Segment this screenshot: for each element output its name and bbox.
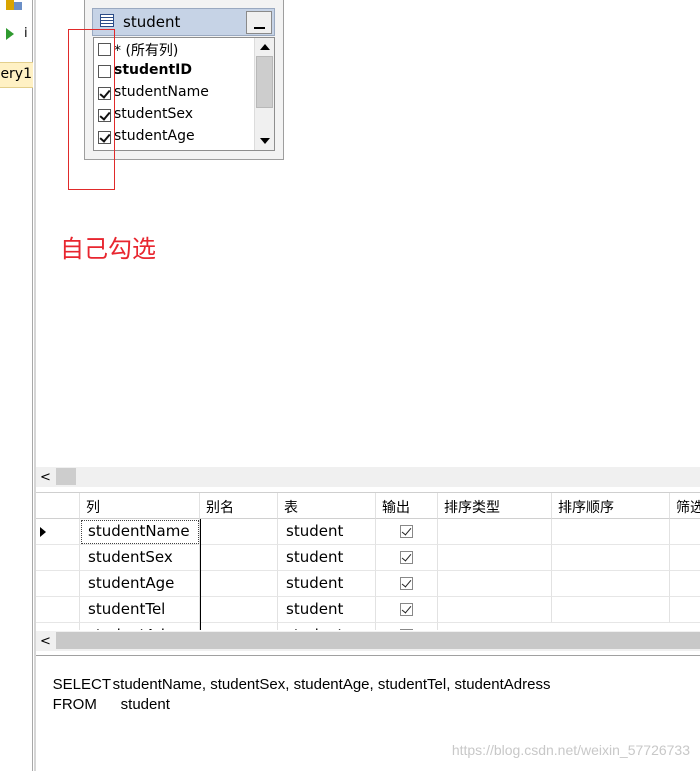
output-checkbox[interactable] [400,603,413,616]
grid-hscrollbar[interactable]: < [36,631,700,651]
grid-cell-table[interactable]: student [278,519,376,545]
grid-cell-output [376,623,438,630]
grid-cell-alias[interactable] [200,545,278,571]
sql-from-keyword: FROM [52,696,97,713]
grid-cell-sort-type[interactable] [438,571,552,597]
column-list: * (所有列) studentID studentName studentSex… [93,37,275,151]
minimize-button[interactable] [246,11,272,34]
highlight-box [68,29,115,190]
grid-cell-alias[interactable] [200,597,278,623]
grid-cell-filter[interactable] [670,597,700,623]
criteria-grid: 列 别名 表 输出 排序类型 排序顺序 筛选 studentName stude… [36,492,700,630]
grid-cell-sort-order[interactable] [552,519,670,545]
row-selector[interactable] [36,519,80,545]
grid-header-output[interactable]: 输出 [376,493,438,519]
row-selector[interactable] [36,623,80,630]
scroll-up-icon[interactable] [260,44,270,50]
grid-cell-output [376,545,438,571]
scroll-thumb[interactable] [256,56,273,108]
sql-from-table: student [120,696,170,713]
left-toolbar-strip: i ery1 [0,0,33,771]
output-checkbox[interactable] [400,577,413,590]
column-label: studentSex [114,106,194,122]
grid-cell-alias[interactable] [200,571,278,597]
grid-cell-table[interactable]: student [278,571,376,597]
grid-cell-output [376,519,438,545]
column-item-studentage[interactable]: studentAge [96,127,254,147]
grid-header-corner [36,493,80,519]
grid-cell-column[interactable]: studentAge [80,571,200,597]
grid-cell-column[interactable]: studentAdress [80,623,200,630]
output-checkbox[interactable] [400,551,413,564]
grid-cell-alias[interactable] [200,519,278,545]
grid-cell-column[interactable]: studentTel [80,597,200,623]
output-checkbox[interactable] [400,525,413,538]
grid-cell-sort-type[interactable] [438,519,552,545]
table-icon [100,14,114,27]
column-label: studentAge [114,128,195,144]
grid-cell-filter[interactable] [670,545,700,571]
table-title-bar[interactable]: student [92,8,275,36]
execute-label: i [24,26,28,41]
grid-cell-alias[interactable] [200,623,278,630]
grid-cell-output [376,571,438,597]
column-label: * (所有列) [114,43,179,59]
grid-cell-filter[interactable] [670,519,700,545]
current-row-icon [40,527,46,537]
scroll-down-icon[interactable] [260,138,270,144]
grid-cell-filter[interactable] [670,571,700,597]
row-selector[interactable] [36,545,80,571]
diagram-hscrollbar[interactable]: < [36,467,700,487]
sql-select-columns: studentName, studentSex, studentAge, stu… [112,676,551,693]
output-checkbox[interactable] [400,629,413,630]
grid-header-table[interactable]: 表 [278,493,376,519]
column-item-studentid[interactable]: studentID [96,61,254,81]
query-tab-label: ery1 [0,66,32,82]
row-selector[interactable] [36,597,80,623]
column-list-scrollbar[interactable] [254,38,274,150]
query-tab[interactable]: ery1 [0,62,33,88]
column-item-studentname[interactable]: studentName [96,83,254,103]
scroll-thumb[interactable] [56,632,700,649]
watermark: https://blog.csdn.net/weixin_57726733 [451,742,690,758]
grid-cell-sort-order[interactable] [552,571,670,597]
annotation-text: 自己勾选 [60,235,156,263]
grid-header-filter[interactable]: 筛选 [670,493,700,519]
grid-header-sort-order[interactable]: 排序顺序 [552,493,670,519]
grid-cell-table[interactable]: student [278,597,376,623]
grid-cell-column[interactable]: studentName [80,519,200,545]
column-item-studentsex[interactable]: studentSex [96,105,254,125]
row-selector[interactable] [36,571,80,597]
grid-cell-sort-type[interactable] [438,597,552,623]
execute-button[interactable]: i [0,24,33,44]
column-divider [200,519,201,630]
table-title: student [123,13,181,31]
scroll-thumb[interactable] [56,468,76,485]
play-icon [6,28,14,40]
grid-header-alias[interactable]: 别名 [200,493,278,519]
grid-cell-column[interactable]: studentSex [80,545,200,571]
column-label: studentName [114,84,209,100]
grid-cell-sort-type[interactable] [438,545,552,571]
toolbar-icon[interactable] [4,0,26,14]
grid-cell-sort-order[interactable] [552,597,670,623]
scroll-left-icon[interactable]: < [40,634,51,649]
grid-cell-sort-order[interactable] [552,545,670,571]
grid-header-sort-type[interactable]: 排序类型 [438,493,552,519]
grid-cell-table[interactable]: student [278,623,376,630]
sql-from-line: FROM student [36,679,170,730]
grid-cell-output [376,597,438,623]
column-item-all[interactable]: * (所有列) [96,39,254,59]
scroll-left-icon[interactable]: < [40,470,51,485]
grid-cell-table[interactable]: student [278,545,376,571]
column-label: studentID [114,62,192,78]
grid-header-column[interactable]: 列 [80,493,200,519]
